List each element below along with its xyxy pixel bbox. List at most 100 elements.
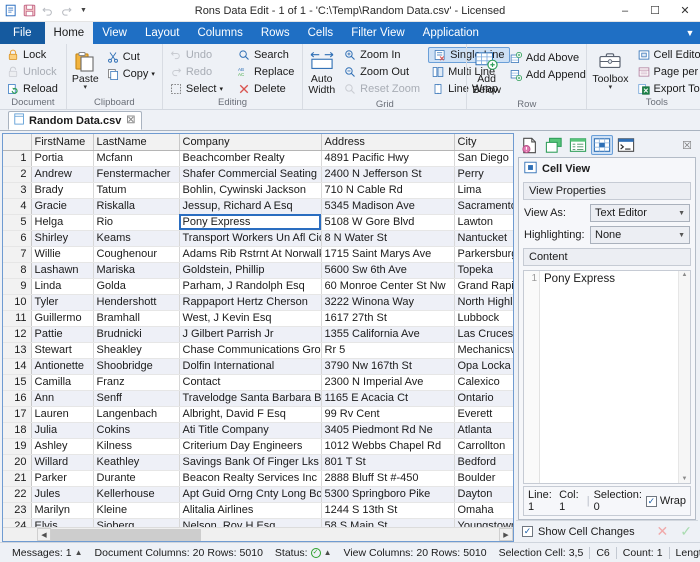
table-row[interactable]: 14 Antionette Shoobridge Dolfin Internation… <box>3 358 513 375</box>
view-properties-section[interactable]: View Properties <box>523 182 691 200</box>
chevron-down-icon[interactable]: ▾ <box>151 70 155 78</box>
cell-lastname[interactable]: Bramhall <box>93 310 180 327</box>
scroll-left-icon[interactable]: ◀ <box>37 528 51 541</box>
cell-address[interactable]: 1244 S 13th St <box>321 502 455 519</box>
cell-company[interactable]: Rappaport Hertz Cherson <box>179 294 322 311</box>
customize-qat-icon[interactable]: ▼ <box>76 3 91 18</box>
cell-firstname[interactable]: Willard <box>31 454 94 471</box>
redo-icon[interactable] <box>58 3 73 18</box>
cell-city[interactable]: Topeka <box>454 262 513 279</box>
status-health[interactable]: Status: ✓ ▲ <box>269 547 338 559</box>
cell-company[interactable]: Ati Title Company <box>179 422 322 439</box>
cell-address[interactable]: 3405 Piedmont Rd Ne <box>321 422 455 439</box>
cell-address[interactable]: 5300 Springboro Pike <box>321 486 455 503</box>
cell-address[interactable]: 710 N Cable Rd <box>321 182 455 199</box>
export-excel-button[interactable]: Export To Excel <box>634 81 700 97</box>
table-row[interactable]: 16AnnSenffTravelodge Santa Barbara Beach… <box>3 390 513 407</box>
table-row[interactable]: 12 Pattie Brudnicki J Gilbert Parrish Jr 135… <box>3 326 513 343</box>
search-button[interactable]: Search <box>234 47 299 63</box>
cell-lastname[interactable]: Kellerhouse <box>93 486 180 503</box>
table-row[interactable]: 8 Lashawn Mariska Goldstein, Phillip 5600 Sw… <box>3 262 513 279</box>
cell-city[interactable]: Atlanta <box>454 422 513 439</box>
cell-lastname[interactable]: Sjoberg <box>93 518 180 527</box>
cell-city[interactable]: Sacramento <box>454 198 513 215</box>
reject-changes-icon[interactable]: ✕ <box>657 523 669 540</box>
document-tab-random-data[interactable]: Random Data.csv ☒ <box>8 111 143 130</box>
table-row[interactable]: 3 Brady Tatum Bohlin, Cywinski Jackson 710 N… <box>3 182 513 199</box>
tab-layout[interactable]: Layout <box>136 22 189 44</box>
cell-company[interactable]: Albright, David F Esq <box>179 406 322 423</box>
cell-company[interactable]: Criterium Day Engineers <box>179 438 322 455</box>
cell-firstname[interactable]: Elvis <box>31 518 94 527</box>
cell-lastname[interactable]: Franz <box>93 374 180 391</box>
cell-company[interactable]: West, J Kevin Esq <box>179 310 322 327</box>
selected-cell[interactable]: Pony Express <box>179 214 322 231</box>
reset-zoom-button[interactable]: Reset Zoom <box>340 81 425 97</box>
cell-company[interactable]: Chase Communications Group Ltd <box>179 342 322 359</box>
cell-editor-button[interactable]: Cell Editor <box>634 47 700 63</box>
tab-rows[interactable]: Rows <box>252 22 299 44</box>
cell-company[interactable]: Contact <box>179 374 322 391</box>
cell-address[interactable]: 58 S Main St <box>321 518 455 527</box>
cell-firstname[interactable]: Linda <box>31 278 94 295</box>
table-row[interactable]: 13 Stewart Sheakley Chase Communications Gr… <box>3 342 513 359</box>
row-number[interactable]: 19 <box>3 438 32 455</box>
row-number[interactable]: 11 <box>3 310 32 327</box>
cell-company[interactable]: Transport Workers Un Afl Cio <box>179 230 322 247</box>
paste-button[interactable]: Paste ▾ <box>70 47 101 94</box>
table-row[interactable]: 17 Lauren Langenbach Albright, David F Esq 9… <box>3 406 513 423</box>
cell-lastname[interactable]: Keams <box>93 230 180 247</box>
cell-content-text[interactable]: Pony Express <box>540 271 678 483</box>
wrap-checkbox[interactable]: ✓ <box>645 495 657 507</box>
cell-city[interactable]: Ontario <box>454 390 513 407</box>
column-header-company[interactable]: Company <box>179 134 322 151</box>
tab-application[interactable]: Application <box>414 22 488 44</box>
row-number[interactable]: 20 <box>3 454 32 471</box>
replace-button[interactable]: AB AC Replace <box>234 64 299 80</box>
cell-firstname[interactable]: Parker <box>31 470 94 487</box>
copy-button[interactable]: Copy ▾ <box>103 66 160 82</box>
zoom-in-button[interactable]: Zoom In <box>340 47 425 63</box>
cell-lastname[interactable]: Kilness <box>93 438 180 455</box>
table-row[interactable]: 23 Marilyn Kleine Alitalia Airlines 1244 S 1… <box>3 502 513 519</box>
cell-firstname[interactable]: Brady <box>31 182 94 199</box>
table-row[interactable]: 11 Guillermo Bramhall West, J Kevin Esq 1617… <box>3 310 513 327</box>
redo-button[interactable]: Redo <box>166 64 228 80</box>
cell-lastname[interactable]: Mariska <box>93 262 180 279</box>
cell-lastname[interactable]: Keathley <box>93 454 180 471</box>
cell-lastname[interactable]: Riskalla <box>93 198 180 215</box>
cell-city[interactable]: Nantucket <box>454 230 513 247</box>
row-number[interactable]: 24 <box>3 518 32 527</box>
cell-address[interactable]: 5600 Sw 6th Ave <box>321 262 455 279</box>
cell-city[interactable]: Opa Locka <box>454 358 513 375</box>
cell-address[interactable]: 99 Rv Cent <box>321 406 455 423</box>
cell-city[interactable]: Las Cruces <box>454 326 513 343</box>
cell-lastname[interactable]: Mcfann <box>93 150 180 167</box>
cell-lastname[interactable]: Sheakley <box>93 342 180 359</box>
row-number[interactable]: 16 <box>3 390 32 407</box>
cell-address[interactable]: 1012 Webbs Chapel Rd <box>321 438 455 455</box>
cell-company[interactable]: Jessup, Richard A Esq <box>179 198 322 215</box>
maximize-button[interactable]: ☐ <box>640 0 670 22</box>
tab-cells[interactable]: Cells <box>299 22 343 44</box>
row-number[interactable]: 13 <box>3 342 32 359</box>
cell-address[interactable]: 5108 W Gore Blvd <box>321 214 455 231</box>
cut-button[interactable]: Cut <box>103 49 160 65</box>
cell-firstname[interactable]: Ann <box>31 390 94 407</box>
save-icon[interactable] <box>22 3 37 18</box>
cell-address[interactable]: 60 Monroe Center St Nw <box>321 278 455 295</box>
column-header-firstname[interactable]: FirstName <box>31 134 94 151</box>
cell-firstname[interactable]: Jules <box>31 486 94 503</box>
toolbox-button[interactable]: Toolbox ▾ <box>590 47 630 94</box>
cell-firstname[interactable]: Pattie <box>31 326 94 343</box>
cell-address[interactable]: 4891 Pacific Hwy <box>321 150 455 167</box>
tab-view[interactable]: View <box>93 22 136 44</box>
cell-company[interactable]: Shafer Commercial Seating Inc <box>179 166 322 183</box>
reload-button[interactable]: Reload <box>3 81 63 97</box>
close-button[interactable]: ✕ <box>670 0 700 22</box>
column-header-address[interactable]: Address <box>321 134 455 151</box>
cell-lastname[interactable]: Durante <box>93 470 180 487</box>
grid-horizontal-scrollbar[interactable]: ◀ ▶ <box>3 527 513 541</box>
cell-city[interactable]: Bedford <box>454 454 513 471</box>
cell-city[interactable]: Omaha <box>454 502 513 519</box>
